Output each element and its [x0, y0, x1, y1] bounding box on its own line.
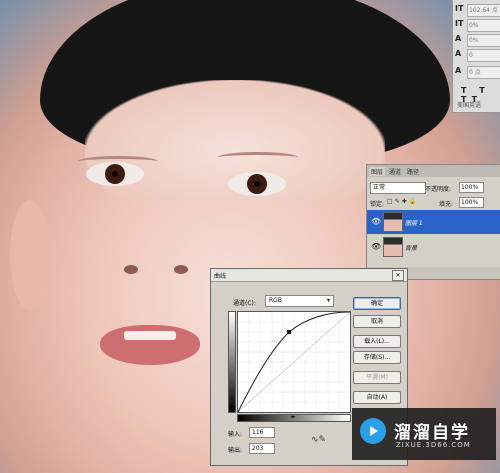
save-button[interactable]: 存储(S)...: [353, 351, 401, 364]
photo-right-brow: [218, 152, 298, 163]
vertical-scale-icon: IT: [455, 19, 464, 28]
font-size-field[interactable]: 102.64 点: [467, 4, 500, 17]
tab-paths[interactable]: 路径: [407, 167, 419, 176]
layer-row-background[interactable]: 👁 背景: [367, 235, 500, 259]
vertical-scale-field[interactable]: 0%: [467, 19, 500, 32]
lock-icons[interactable]: □✎✚🔒: [387, 198, 418, 205]
fill-field[interactable]: 100%: [459, 197, 484, 208]
curves-titlebar[interactable]: 曲线 ✕: [211, 269, 407, 282]
layers-panel: 图层 通道 路径 正常 不透明度: 100% 锁定: □✎✚🔒 填充: 100%…: [366, 164, 500, 280]
curve-svg[interactable]: [237, 311, 351, 413]
load-button[interactable]: 载入(L)...: [353, 335, 401, 348]
opacity-label: 不透明度:: [425, 186, 452, 193]
lock-label: 锁定:: [370, 201, 385, 208]
fill-label: 填充:: [439, 201, 454, 208]
play-logo-icon: [360, 418, 386, 444]
kerning-field[interactable]: 0: [467, 49, 500, 62]
char-kerning-row: A 0: [455, 49, 500, 62]
auto-button[interactable]: 自动(A): [353, 391, 401, 404]
watermark-domain: ZIXUE.3D66.COM: [396, 441, 471, 449]
photo-left-nostril: [124, 265, 138, 274]
photo-teeth: [124, 331, 176, 340]
visibility-eye-icon[interactable]: 👁: [371, 217, 381, 226]
tab-layers[interactable]: 图层: [369, 167, 386, 176]
gradient-toggle-icon[interactable]: ◂▸: [289, 414, 297, 420]
curve-pencil-icon[interactable]: ∿✎: [311, 435, 326, 445]
photo-ear: [10, 200, 50, 310]
ok-button[interactable]: 确定: [353, 297, 401, 310]
watermark: 溜溜自学 ZIXUE.3D66.COM: [352, 408, 496, 460]
close-icon[interactable]: ✕: [392, 270, 404, 281]
curve-graph[interactable]: [237, 311, 351, 413]
layer-name: 图层 1: [405, 220, 423, 227]
char-size-row: IT 102.64 点: [455, 4, 500, 17]
layers-tabs: 图层 通道 路径: [367, 165, 500, 177]
layer-row-layer1[interactable]: 👁 图层 1: [367, 210, 500, 234]
input-field[interactable]: 116: [249, 427, 275, 438]
watermark-brand: 溜溜自学: [394, 423, 470, 443]
layer-thumbnail: [383, 212, 403, 232]
channel-value: RGB: [269, 297, 282, 304]
opacity-field[interactable]: 100%: [459, 182, 484, 193]
kerning-icon: A: [455, 49, 462, 58]
photo-right-nostril: [174, 265, 188, 274]
smooth-button[interactable]: 平滑(M): [353, 371, 401, 384]
output-label: 输出:: [228, 447, 243, 454]
output-field[interactable]: 203: [249, 443, 275, 454]
font-size-icon: IT: [455, 4, 464, 13]
char-baseline-row: A 0 点: [455, 66, 500, 79]
photo-left-eye: [86, 162, 144, 186]
curves-title: 曲线: [214, 273, 227, 280]
visibility-eye-icon[interactable]: 👁: [371, 242, 381, 251]
input-label: 输入:: [228, 431, 243, 438]
tracking-icon: A: [455, 34, 462, 43]
layer-thumbnail: [383, 237, 403, 257]
char-vscale-row: IT 0%: [455, 19, 500, 32]
tab-channels[interactable]: 通道: [389, 167, 401, 176]
cancel-button[interactable]: 取消: [353, 315, 401, 328]
photo-right-eye: [228, 172, 286, 196]
blend-mode-select[interactable]: 正常: [370, 182, 426, 194]
channel-label: 通道(C):: [233, 300, 256, 307]
baseline-shift-field[interactable]: 0 点: [467, 66, 500, 79]
baseline-shift-icon: A: [455, 66, 462, 75]
channel-select[interactable]: RGB ▾: [265, 295, 334, 307]
char-tracking-row: A 0%: [455, 34, 500, 47]
curve-control-point[interactable]: [287, 330, 291, 334]
language-select[interactable]: 美国英语: [457, 100, 481, 109]
character-panel: IT 102.64 点 IT 0% A 0% A 0 A 0 点 T T TT …: [452, 0, 500, 113]
layer-name: 背景: [405, 245, 418, 252]
tracking-field[interactable]: 0%: [467, 34, 500, 47]
chevron-down-icon: ▾: [326, 297, 330, 304]
output-gradient-bar: [228, 311, 236, 413]
